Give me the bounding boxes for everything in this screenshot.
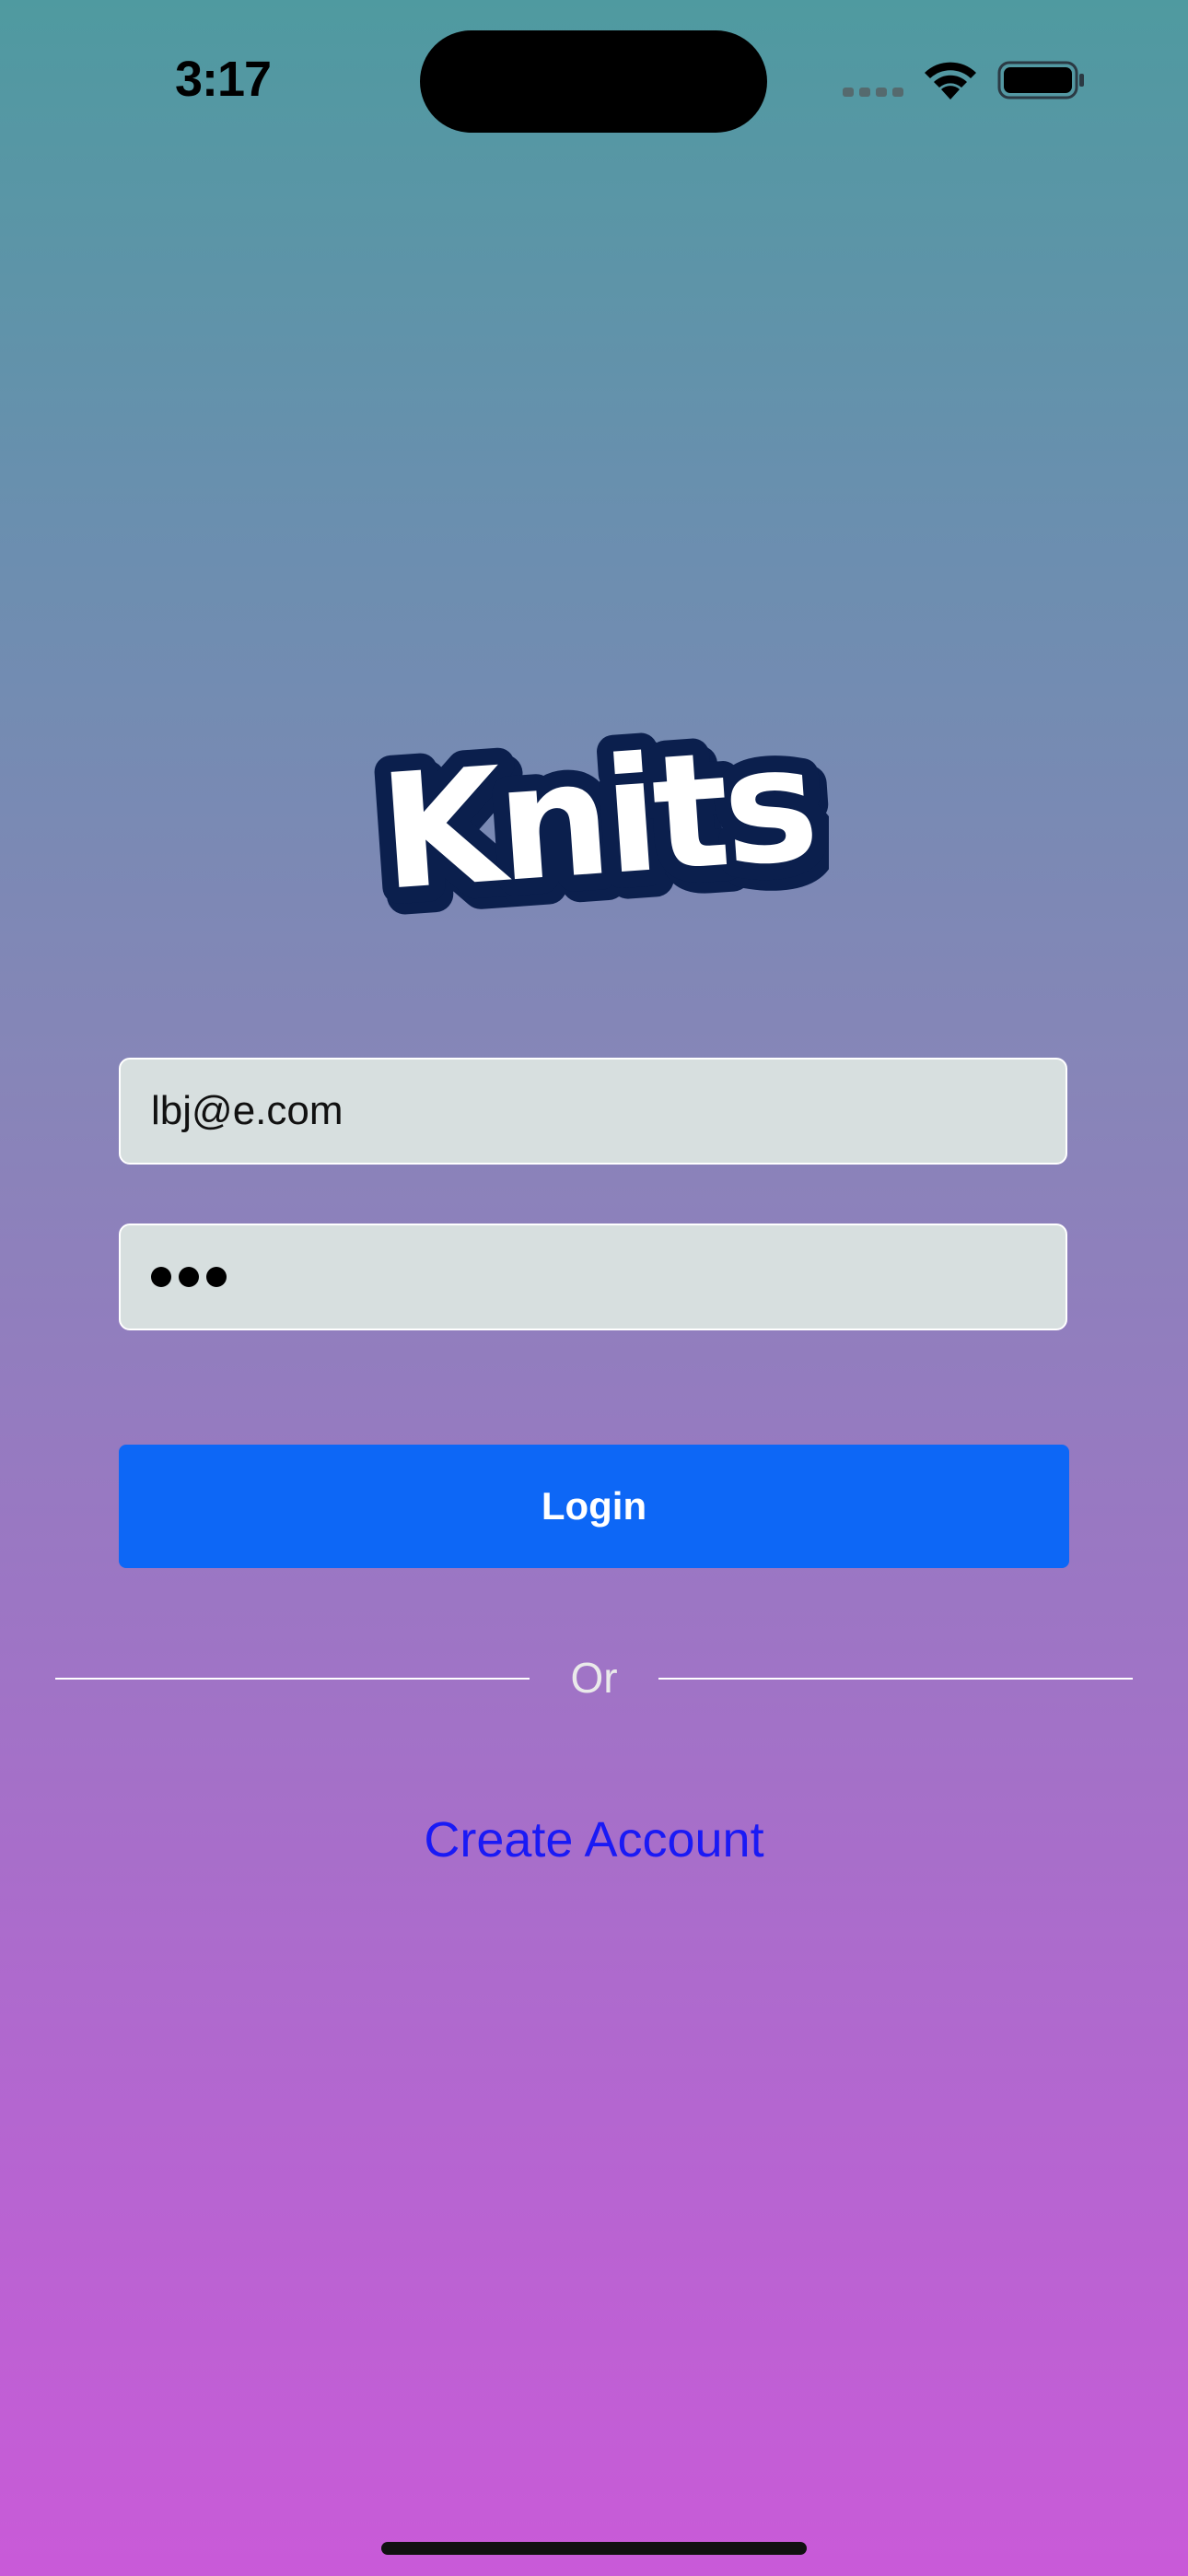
email-field[interactable]: lbj@e.com: [119, 1058, 1067, 1165]
home-indicator: [381, 2542, 807, 2555]
battery-icon: [997, 61, 1084, 100]
password-dot: [206, 1267, 227, 1287]
password-field[interactable]: [119, 1224, 1067, 1330]
password-dot: [151, 1267, 171, 1287]
status-time: 3:17: [175, 52, 272, 107]
signal-icon: [843, 88, 903, 97]
wifi-icon: [925, 62, 976, 100]
divider-line-right: [658, 1678, 1133, 1680]
password-dot: [179, 1267, 199, 1287]
knits-logo: Knits Knits Knits: [359, 709, 829, 940]
divider-line-left: [55, 1678, 530, 1680]
dynamic-island: [420, 30, 767, 133]
email-value: lbj@e.com: [151, 1088, 344, 1133]
password-mask: [151, 1267, 227, 1287]
create-account-link[interactable]: Create Account: [318, 1811, 870, 1868]
logo-text: Knits: [374, 711, 818, 926]
divider-or-label: Or: [570, 1654, 618, 1702]
login-button[interactable]: Login: [119, 1445, 1069, 1568]
